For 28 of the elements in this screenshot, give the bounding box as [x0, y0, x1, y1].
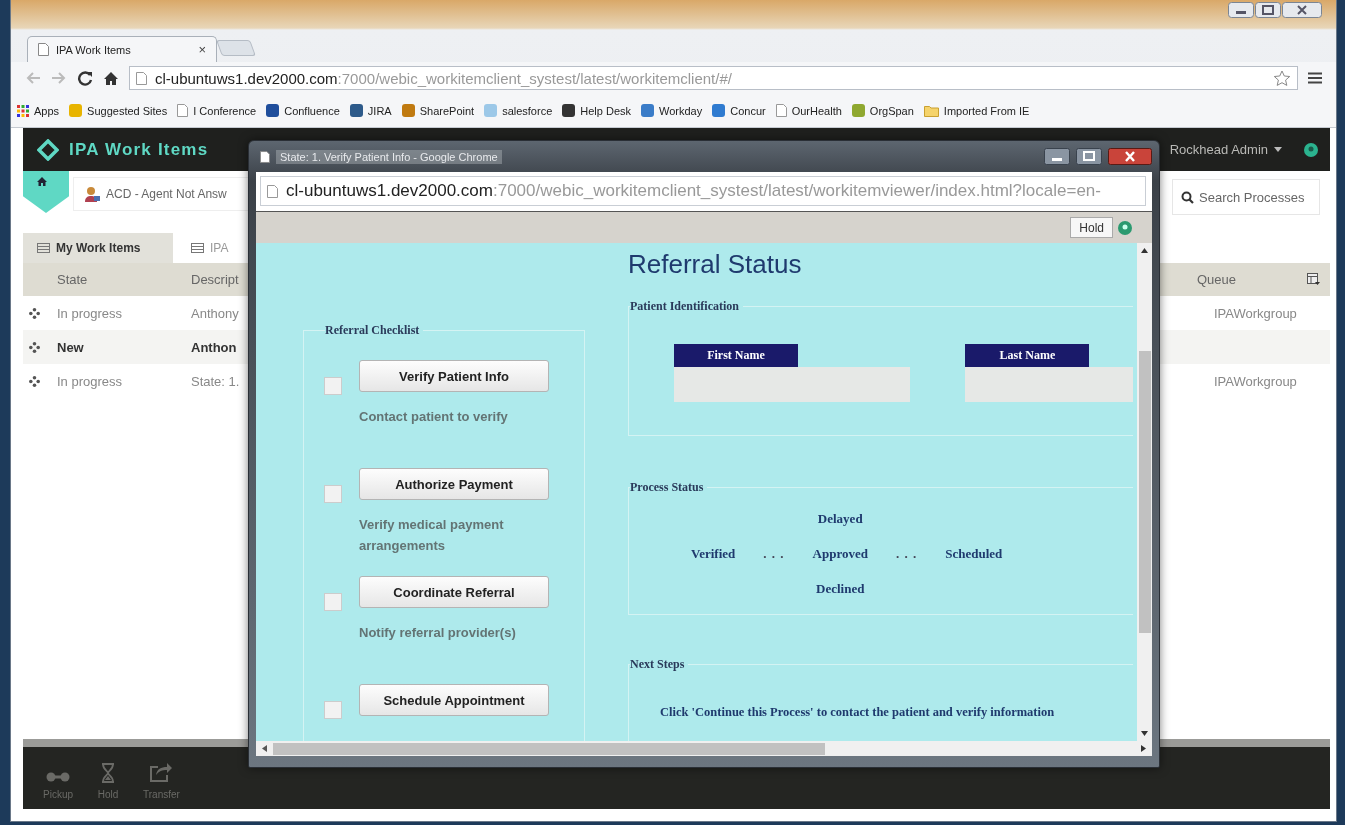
panel-legend: Referral Checklist [325, 323, 424, 338]
stage-label: Declined [816, 581, 865, 597]
form-heading: Referral Status [627, 248, 803, 281]
field-label: Last Name [965, 344, 1090, 367]
table-cell-text: In progress [57, 305, 124, 321]
task-note: Verify medical payment arrangements [359, 516, 505, 555]
panel-legend: Process Status [630, 480, 708, 495]
table-cell-text: IPAWorkgroup [1214, 373, 1298, 389]
popup-title: State: 1. Verify Patient Info - Google Chrome [276, 149, 502, 164]
stage-label: Scheduled [945, 546, 1003, 562]
separator-dots: . . . [763, 546, 785, 562]
table-cell-text: IPAWorkgroup [1214, 305, 1298, 321]
stage-label: Delayed [817, 511, 863, 527]
panel-legend: Next Steps [630, 657, 689, 672]
table-cell-text: Anthon [191, 339, 238, 355]
separator-dots: . . . [895, 546, 918, 562]
instruction-text: Click 'Continue this Process' to contact the patient and verify information [659, 705, 1056, 720]
task-note: Contact patient to verify [359, 408, 509, 426]
table-cell-text: In progress [57, 373, 124, 389]
table-cell-text: Anthony [191, 305, 240, 321]
table-cell-text: New [57, 339, 85, 355]
table-cell-text: State: 1. [191, 373, 241, 389]
field-label: First Name [674, 344, 798, 367]
stage-label: Approved [812, 546, 868, 562]
task-note: Notify referral provider(s) [359, 624, 517, 642]
app-title: IPA Work Items [69, 139, 209, 160]
panel-legend: Patient Identification [630, 299, 743, 314]
stage-label: Verified [691, 546, 736, 562]
